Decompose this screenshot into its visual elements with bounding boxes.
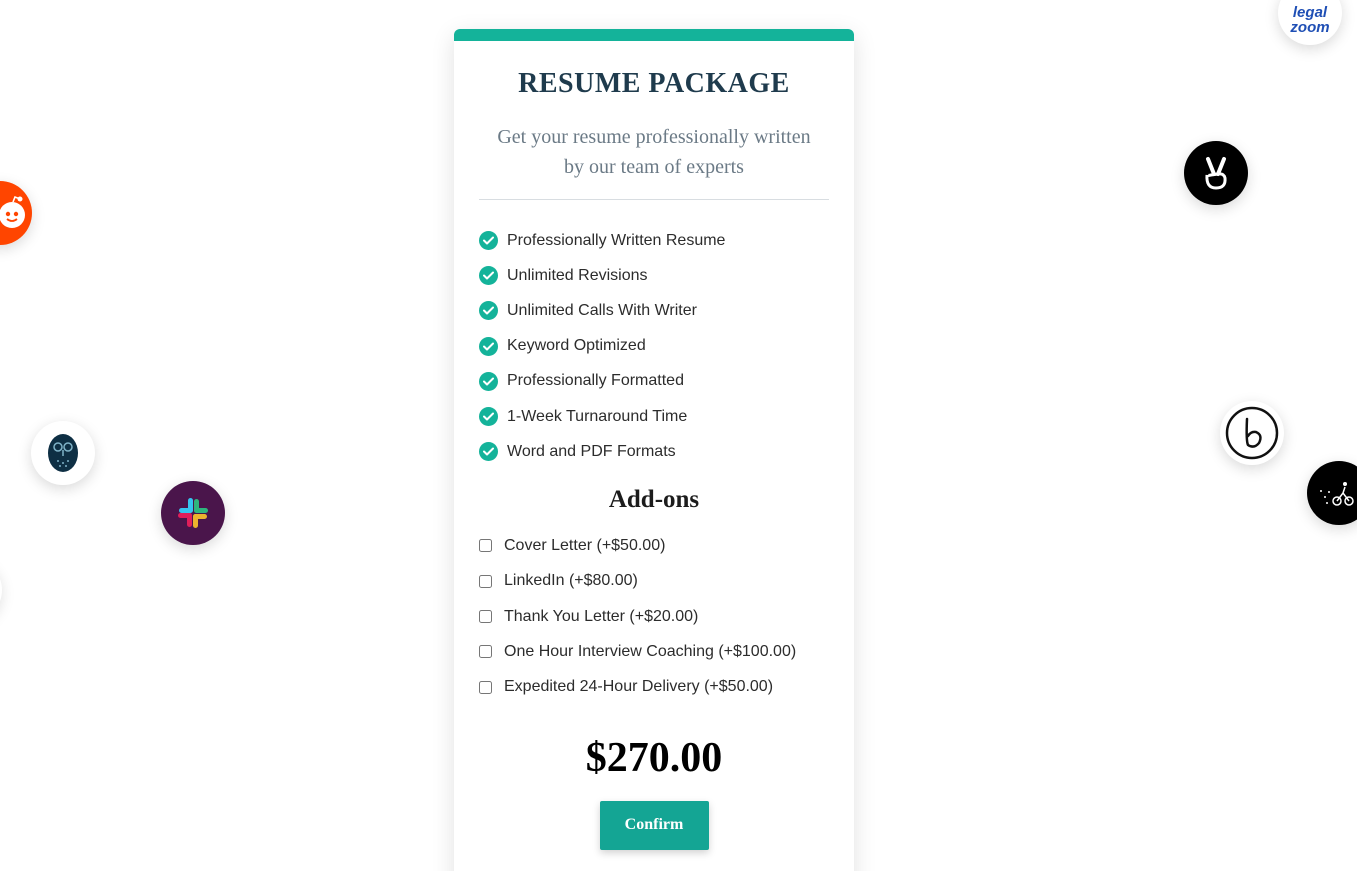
check-icon: [479, 301, 498, 321]
feature-label: Professionally Written Resume: [507, 231, 726, 249]
page: legal zoom RESUME PACKAGE Get your resum…: [0, 0, 1357, 871]
addon-item[interactable]: One Hour Interview Coaching (+$100.00): [479, 634, 854, 669]
reddit-logo-icon: [0, 181, 32, 245]
slack-logo-icon: [161, 481, 225, 545]
total-price: $270.00: [585, 734, 723, 781]
check-icon: [479, 442, 498, 462]
check-icon: [479, 336, 498, 356]
feature-item: Unlimited Revisions: [479, 258, 854, 293]
divider: [479, 199, 829, 200]
feature-item: Keyword Optimized: [479, 329, 854, 364]
card-accent-bar: [454, 29, 854, 41]
legalzoom-logo-icon: legal zoom: [1278, 0, 1342, 45]
feature-label: Keyword Optimized: [507, 337, 646, 355]
addon-label[interactable]: One Hour Interview Coaching (+$100.00): [504, 643, 796, 661]
confirm-button[interactable]: Confirm: [599, 800, 709, 850]
addon-label[interactable]: LinkedIn (+$80.00): [504, 572, 638, 590]
feature-label: Word and PDF Formats: [507, 442, 676, 460]
angellist-logo-icon: [1184, 141, 1248, 205]
addon-checkbox-linkedin[interactable]: [479, 574, 492, 588]
addon-checkbox-interview-coaching[interactable]: [479, 645, 492, 659]
addon-checkbox-thank-you-letter[interactable]: [479, 610, 492, 624]
addon-checkbox-expedited-delivery[interactable]: [479, 680, 492, 694]
addon-label[interactable]: Expedited 24-Hour Delivery (+$50.00): [504, 678, 773, 696]
feature-label: 1-Week Turnaround Time: [507, 407, 688, 425]
check-icon: [479, 371, 498, 391]
package-title: RESUME PACKAGE: [518, 68, 790, 99]
addon-item[interactable]: Cover Letter (+$50.00): [479, 528, 854, 563]
feature-item: 1-Week Turnaround Time: [479, 399, 854, 434]
addons-list: Cover Letter (+$50.00) LinkedIn (+$80.00…: [479, 528, 854, 704]
feature-item: Word and PDF Formats: [479, 434, 854, 469]
addon-item[interactable]: LinkedIn (+$80.00): [479, 564, 854, 599]
addon-item[interactable]: Expedited 24-Hour Delivery (+$50.00): [479, 670, 854, 705]
addon-label[interactable]: Cover Letter (+$50.00): [504, 537, 665, 555]
postmates-logo-icon: [1307, 461, 1357, 525]
features-list: Professionally Written Resume Unlimited …: [479, 223, 854, 469]
addon-label[interactable]: Thank You Letter (+$20.00): [504, 608, 698, 626]
feature-label: Professionally Formatted: [507, 372, 684, 390]
pricing-card: RESUME PACKAGE Get your resume professio…: [454, 29, 854, 871]
legalzoom-line2: zoom: [1290, 19, 1330, 36]
package-subtitle: Get your resume professionally written b…: [497, 126, 811, 178]
feature-item: Professionally Formatted: [479, 364, 854, 399]
feature-label: Unlimited Revisions: [507, 266, 648, 284]
owl-logo-icon: [31, 421, 95, 485]
addons-title: Add-ons: [608, 486, 700, 514]
addon-checkbox-cover-letter[interactable]: [479, 539, 492, 553]
check-icon: [479, 231, 498, 251]
check-icon: [479, 407, 498, 427]
bold-b-logo-icon: [1220, 401, 1284, 465]
feature-label: Unlimited Calls With Writer: [507, 301, 697, 319]
partial-logo-icon: [0, 558, 2, 622]
addon-item[interactable]: Thank You Letter (+$20.00): [479, 599, 854, 634]
legalzoom-line1: legal: [1292, 4, 1328, 21]
check-icon: [479, 266, 498, 286]
feature-item: Professionally Written Resume: [479, 223, 854, 258]
feature-item: Unlimited Calls With Writer: [479, 293, 854, 328]
